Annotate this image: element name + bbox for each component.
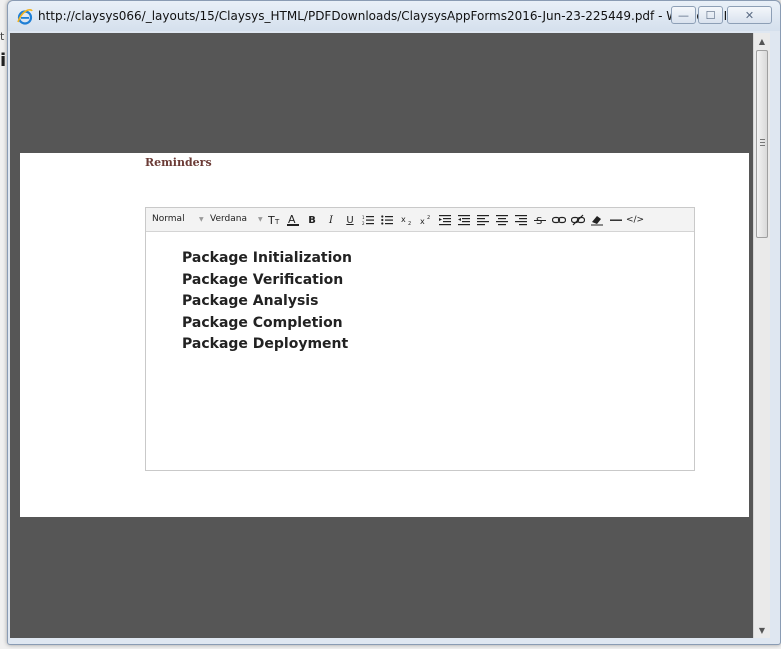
horizontal-rule-icon[interactable] (608, 212, 624, 228)
pdf-page: Reminders Normal ▼ Verdana ▼ TT A B I U (20, 153, 749, 517)
superscript-icon[interactable]: x2 (418, 212, 434, 228)
dropdown-arrow-icon[interactable]: ▼ (258, 216, 263, 223)
font-color-icon[interactable]: A (285, 212, 301, 228)
grip-icon (760, 139, 765, 146)
outdent-icon[interactable] (456, 212, 472, 228)
subscript-icon[interactable]: x2 (399, 212, 415, 228)
svg-text:x: x (401, 215, 406, 224)
align-right-icon[interactable] (513, 212, 529, 228)
svg-text:T: T (274, 218, 280, 226)
svg-text:2: 2 (427, 215, 430, 221)
window-titlebar[interactable]: http://claysys066/_layouts/15/Claysys_HT… (8, 1, 780, 31)
underline-icon[interactable]: U (342, 212, 358, 228)
internet-explorer-icon (17, 8, 33, 25)
editor-line: Package Verification (182, 271, 344, 288)
ordered-list-icon[interactable]: 12 (360, 212, 376, 228)
pdf-viewport[interactable]: Reminders Normal ▼ Verdana ▼ TT A B I U (10, 33, 753, 638)
minimize-button[interactable]: — (671, 6, 696, 24)
window-title: http://claysys066/_layouts/15/Claysys_HT… (38, 9, 739, 23)
svg-text:x: x (420, 217, 425, 226)
maximize-icon: ☐ (705, 8, 716, 22)
editor-content[interactable]: Package Initialization Package Verificat… (182, 248, 352, 356)
font-select[interactable]: Verdana (210, 214, 247, 224)
editor-line: Package Analysis (182, 293, 319, 310)
close-button[interactable]: ✕ (727, 6, 772, 24)
bold-icon[interactable]: B (304, 212, 320, 228)
close-icon: ✕ (744, 8, 755, 22)
unordered-list-icon[interactable] (379, 212, 395, 228)
vertical-scrollbar[interactable]: ▲ ▼ (753, 33, 770, 638)
svg-text:2: 2 (408, 221, 411, 226)
align-left-icon[interactable] (475, 212, 491, 228)
rich-text-editor[interactable]: Normal ▼ Verdana ▼ TT A B I U 12 x 2 x 2… (145, 207, 695, 471)
minimize-icon: — (678, 8, 689, 22)
font-size-icon[interactable]: TT (267, 212, 283, 228)
eraser-icon[interactable] (589, 212, 605, 228)
svg-text:2: 2 (362, 221, 365, 226)
align-center-icon[interactable] (494, 212, 510, 228)
background-heading-fragment: i (0, 50, 7, 71)
source-code-icon[interactable]: </> (626, 212, 644, 228)
maximize-button[interactable]: ☐ (698, 6, 723, 24)
browser-popup-window: http://claysys066/_layouts/15/Claysys_HT… (7, 0, 781, 645)
section-label: Reminders (145, 156, 212, 169)
editor-line: Package Completion (182, 314, 343, 331)
format-select[interactable]: Normal (152, 214, 185, 224)
scroll-down-icon[interactable]: ▼ (754, 622, 770, 638)
unlink-icon[interactable] (570, 212, 586, 228)
indent-icon[interactable] (437, 212, 453, 228)
scrollbar-thumb[interactable] (756, 50, 768, 238)
scroll-up-icon[interactable]: ▲ (754, 33, 770, 49)
dropdown-arrow-icon[interactable]: ▼ (199, 216, 204, 223)
editor-line: Package Deployment (182, 336, 349, 353)
svg-text:T: T (268, 214, 275, 226)
strikethrough-icon[interactable]: S (532, 212, 548, 228)
svg-text:1: 1 (362, 215, 365, 220)
editor-toolbar: Normal ▼ Verdana ▼ TT A B I U 12 x 2 x 2… (146, 208, 694, 232)
background-text-fragment: t (0, 30, 5, 43)
link-icon[interactable] (551, 212, 567, 228)
editor-line: Package Initialization (182, 250, 352, 266)
italic-icon[interactable]: I (323, 212, 339, 228)
